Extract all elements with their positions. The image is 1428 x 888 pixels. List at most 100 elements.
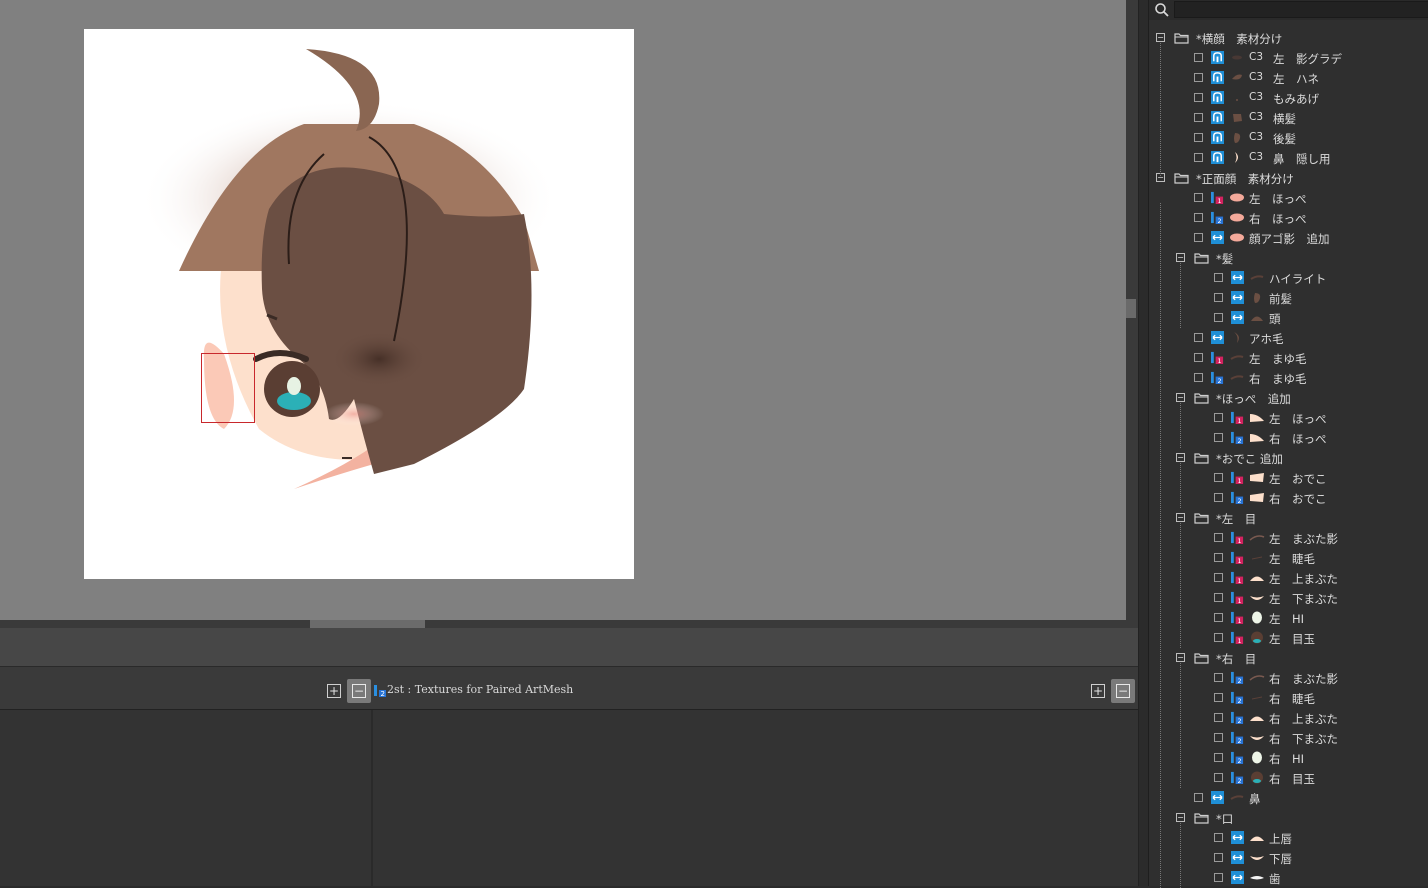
tree-item-row[interactable]: 上唇 bbox=[1149, 828, 1428, 848]
collapse-toggle[interactable]: − bbox=[1176, 453, 1185, 462]
tree-item-row[interactable]: 鼻 bbox=[1149, 788, 1428, 808]
canvas-viewport[interactable] bbox=[0, 0, 1126, 620]
collapse-toggle[interactable]: − bbox=[1176, 813, 1185, 822]
visibility-checkbox[interactable] bbox=[1194, 353, 1203, 362]
tree-item-row[interactable]: 1 左 まぶた影 bbox=[1149, 528, 1428, 548]
tree-item-row[interactable]: 歯 bbox=[1149, 868, 1428, 888]
visibility-checkbox[interactable] bbox=[1214, 613, 1223, 622]
tree-item-row[interactable]: C3 鼻 隠し用 bbox=[1149, 148, 1428, 168]
tree-item-row[interactable]: 2 右 ほっぺ bbox=[1149, 428, 1428, 448]
visibility-checkbox[interactable] bbox=[1214, 673, 1223, 682]
tree-item-row[interactable]: 1 左 睫毛 bbox=[1149, 548, 1428, 568]
visibility-checkbox[interactable] bbox=[1194, 153, 1203, 162]
tree-item-row[interactable]: ハイライト bbox=[1149, 268, 1428, 288]
add-left-button[interactable]: + bbox=[327, 684, 341, 698]
tree-item-row[interactable]: 頭 bbox=[1149, 308, 1428, 328]
visibility-checkbox[interactable] bbox=[1214, 293, 1223, 302]
visibility-checkbox[interactable] bbox=[1214, 773, 1223, 782]
visibility-checkbox[interactable] bbox=[1194, 373, 1203, 382]
visibility-checkbox[interactable] bbox=[1194, 133, 1203, 142]
collapse-toggle[interactable]: − bbox=[1176, 393, 1185, 402]
visibility-checkbox[interactable] bbox=[1214, 433, 1223, 442]
search-input[interactable] bbox=[1174, 1, 1428, 18]
visibility-checkbox[interactable] bbox=[1214, 533, 1223, 542]
tree-folder-row[interactable]: − *ほっぺ 追加 bbox=[1149, 388, 1428, 408]
tree-item-row[interactable]: 2 右 まぶた影 bbox=[1149, 668, 1428, 688]
tree-item-row[interactable]: 顔アゴ影 追加 bbox=[1149, 228, 1428, 248]
collapse-toggle[interactable]: − bbox=[1176, 253, 1185, 262]
visibility-checkbox[interactable] bbox=[1214, 833, 1223, 842]
visibility-checkbox[interactable] bbox=[1214, 553, 1223, 562]
visibility-checkbox[interactable] bbox=[1214, 853, 1223, 862]
visibility-checkbox[interactable] bbox=[1214, 693, 1223, 702]
tree-folder-row[interactable]: − *正面顔 素材分け bbox=[1149, 168, 1428, 188]
add-right-button[interactable]: + bbox=[1091, 684, 1105, 698]
tree-item-row[interactable]: 1 左 おでこ bbox=[1149, 468, 1428, 488]
tree-item-row[interactable]: 2 右 HI bbox=[1149, 748, 1428, 768]
visibility-checkbox[interactable] bbox=[1214, 573, 1223, 582]
tree-folder-row[interactable]: − *おでこ 追加 bbox=[1149, 448, 1428, 468]
svg-text:1: 1 bbox=[1238, 557, 1242, 564]
svg-text:1: 1 bbox=[1238, 537, 1242, 544]
visibility-checkbox[interactable] bbox=[1214, 413, 1223, 422]
texture-list-panel[interactable] bbox=[0, 710, 373, 886]
visibility-checkbox[interactable] bbox=[1214, 313, 1223, 322]
tree-item-row[interactable]: C3 横髪 bbox=[1149, 108, 1428, 128]
tree-folder-row[interactable]: − *横顔 素材分け bbox=[1149, 28, 1428, 48]
tree-item-row[interactable]: 下唇 bbox=[1149, 848, 1428, 868]
remove-right-button[interactable]: − bbox=[1111, 679, 1135, 703]
visibility-checkbox[interactable] bbox=[1214, 873, 1223, 882]
visibility-checkbox[interactable] bbox=[1214, 493, 1223, 502]
tree-item-row[interactable]: アホ毛 bbox=[1149, 328, 1428, 348]
collapse-toggle[interactable]: − bbox=[1176, 513, 1185, 522]
visibility-checkbox[interactable] bbox=[1194, 113, 1203, 122]
tree-folder-row[interactable]: − *左 目 bbox=[1149, 508, 1428, 528]
visibility-checkbox[interactable] bbox=[1194, 53, 1203, 62]
visibility-checkbox[interactable] bbox=[1194, 73, 1203, 82]
visibility-checkbox[interactable] bbox=[1194, 213, 1203, 222]
tree-item-row[interactable]: C3 後髪 bbox=[1149, 128, 1428, 148]
visibility-checkbox[interactable] bbox=[1194, 93, 1203, 102]
tree-item-row[interactable]: 2 右 睫毛 bbox=[1149, 688, 1428, 708]
tree-item-row[interactable]: 2 右 目玉 bbox=[1149, 768, 1428, 788]
canvas-vertical-scroll-thumb[interactable] bbox=[1126, 299, 1136, 318]
tree-item-row[interactable]: 1 左 ほっぺ bbox=[1149, 408, 1428, 428]
visibility-checkbox[interactable] bbox=[1214, 713, 1223, 722]
artboard[interactable] bbox=[84, 29, 634, 579]
tree-folder-row[interactable]: − *右 目 bbox=[1149, 648, 1428, 668]
canvas-horizontal-scrollbar[interactable] bbox=[0, 620, 1126, 628]
tree-item-row[interactable]: C3 左 影グラデ bbox=[1149, 48, 1428, 68]
visibility-checkbox[interactable] bbox=[1194, 333, 1203, 342]
collapse-toggle[interactable]: − bbox=[1176, 653, 1185, 662]
visibility-checkbox[interactable] bbox=[1214, 633, 1223, 642]
tree-item-row[interactable]: 1 左 HI bbox=[1149, 608, 1428, 628]
visibility-checkbox[interactable] bbox=[1214, 733, 1223, 742]
visibility-checkbox[interactable] bbox=[1194, 193, 1203, 202]
texture-preview-panel[interactable] bbox=[373, 710, 1138, 886]
tree-folder-row[interactable]: − *口 bbox=[1149, 808, 1428, 828]
tree-item-row[interactable]: 1 左 まゆ毛 bbox=[1149, 348, 1428, 368]
visibility-checkbox[interactable] bbox=[1214, 593, 1223, 602]
tree-item-row[interactable]: 2 右 まゆ毛 bbox=[1149, 368, 1428, 388]
tree-item-row[interactable]: 1 左 目玉 bbox=[1149, 628, 1428, 648]
tree-item-row[interactable]: C3 左 ハネ bbox=[1149, 68, 1428, 88]
tree-item-row[interactable]: 2 右 下まぶた bbox=[1149, 728, 1428, 748]
remove-left-button[interactable]: − bbox=[347, 679, 371, 703]
tree-item-row[interactable]: 1 左 ほっぺ bbox=[1149, 188, 1428, 208]
tree-item-row[interactable]: 1 左 下まぶた bbox=[1149, 588, 1428, 608]
visibility-checkbox[interactable] bbox=[1214, 753, 1223, 762]
tree-folder-row[interactable]: − *髪 bbox=[1149, 248, 1428, 268]
visibility-checkbox[interactable] bbox=[1194, 793, 1203, 802]
collapse-toggle[interactable]: − bbox=[1156, 33, 1165, 42]
visibility-checkbox[interactable] bbox=[1214, 273, 1223, 282]
visibility-checkbox[interactable] bbox=[1194, 233, 1203, 242]
canvas-horizontal-scroll-thumb[interactable] bbox=[310, 620, 425, 628]
search-icon[interactable] bbox=[1154, 2, 1170, 18]
tree-item-row[interactable]: 前髪 bbox=[1149, 288, 1428, 308]
tree-item-row[interactable]: C3 もみあげ bbox=[1149, 88, 1428, 108]
tree-item-row[interactable]: 1 左 上まぶた bbox=[1149, 568, 1428, 588]
tree-item-row[interactable]: 2 右 ほっぺ bbox=[1149, 208, 1428, 228]
tree-item-row[interactable]: 2 右 おでこ bbox=[1149, 488, 1428, 508]
tree-item-row[interactable]: 2 右 上まぶた bbox=[1149, 708, 1428, 728]
visibility-checkbox[interactable] bbox=[1214, 473, 1223, 482]
